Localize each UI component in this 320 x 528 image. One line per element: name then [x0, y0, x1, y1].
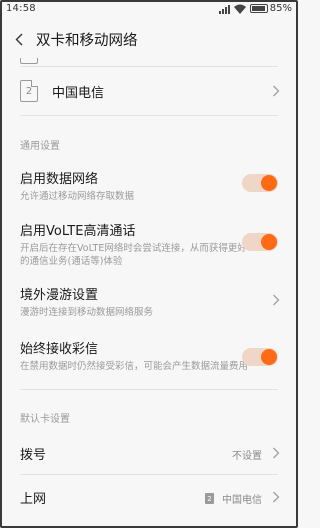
mms-row[interactable]: 始终接收彩信 在禁用数据时仍然接受彩信，可能会产生数据流量费用 [0, 330, 298, 390]
battery-icon [249, 4, 268, 13]
section-header-general: 通用设置 [20, 141, 60, 152]
sim-slot-number: 2 [25, 85, 33, 97]
internet-value-group: 2 中国电信 [205, 491, 262, 506]
enable-data-subtitle: 允许通过移动网络存取数据 [20, 191, 135, 202]
mms-subtitle: 在禁用数据时仍然接受彩信，可能会产生数据流量费用 [20, 361, 249, 372]
status-icons: 85% [218, 3, 292, 14]
section-header-default-card: 默认卡设置 [20, 414, 70, 425]
sim2-label: 中国电信 [52, 86, 105, 101]
volte-toggle[interactable] [242, 233, 278, 251]
sim-card-icon: 2 [20, 80, 38, 102]
page-title: 双卡和移动网络 [36, 32, 138, 49]
roaming-row[interactable]: 境外漫游设置 漫游时连接到移动数据网络服务 [0, 276, 298, 324]
volte-title: 启用VoLTE高清通话 [20, 224, 136, 239]
settings-list: 2 中国电信 通用设置 启用数据网络 允许通过移动网络存取数据 启用VoLTE高… [0, 58, 298, 528]
internet-title: 上网 [20, 492, 47, 507]
chevron-left-icon [15, 33, 23, 45]
battery-percent: 85% [269, 3, 292, 14]
chevron-right-icon [273, 85, 280, 97]
enable-data-row[interactable]: 启用数据网络 允许通过移动网络存取数据 [0, 158, 298, 208]
signal-icon [218, 4, 230, 14]
chevron-right-icon [273, 491, 280, 503]
dial-title: 拨号 [20, 448, 47, 463]
volte-subtitle: 开启后在存在VoLTE网络时会尝试连接，从而获得更好的通信业务(通话等)体验 [20, 243, 247, 267]
dial-row[interactable]: 拨号 不设置 [0, 430, 298, 474]
dial-value: 不设置 [232, 451, 262, 462]
mms-toggle[interactable] [242, 348, 278, 366]
divider [20, 115, 278, 116]
roaming-subtitle: 漫游时连接到移动数据网络服务 [20, 307, 154, 318]
sim2-row[interactable]: 2 中国电信 [0, 67, 298, 115]
back-button[interactable] [8, 28, 30, 50]
volte-row[interactable]: 启用VoLTE高清通话 开启后在存在VoLTE网络时会尝试连接，从而获得更好的通… [0, 210, 298, 272]
internet-value: 中国电信 [222, 495, 262, 506]
internet-row[interactable]: 上网 2 中国电信 [0, 475, 298, 519]
wifi-icon [233, 4, 246, 14]
battery-indicator: 85% [249, 3, 292, 14]
sim-badge-icon: 2 [205, 493, 214, 504]
roaming-title: 境外漫游设置 [20, 288, 99, 303]
app-header: 双卡和移动网络 [0, 20, 298, 58]
status-bar: 14:58 85% [0, 0, 298, 20]
divider [20, 389, 278, 390]
enable-data-title: 启用数据网络 [20, 172, 99, 187]
enable-data-toggle[interactable] [242, 174, 278, 192]
mms-title: 始终接收彩信 [20, 342, 99, 357]
chevron-right-icon [273, 447, 280, 459]
status-time: 14:58 [6, 3, 36, 14]
chevron-right-icon [273, 294, 280, 306]
sim-card-icon [20, 58, 38, 64]
